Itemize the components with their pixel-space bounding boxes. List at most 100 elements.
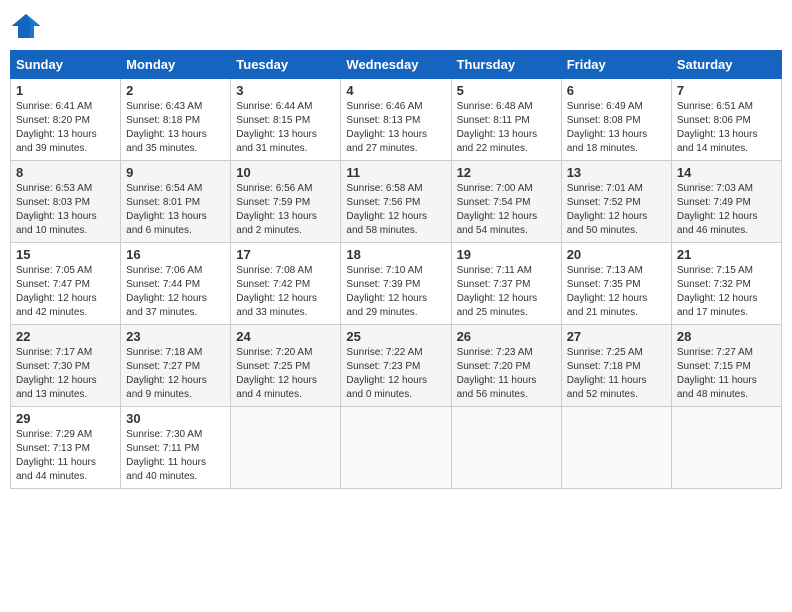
- day-info-line: Sunset: 7:52 PM: [567, 196, 666, 210]
- day-info-line: Sunset: 7:42 PM: [236, 278, 335, 292]
- logo-icon: [10, 10, 42, 42]
- calendar-cell: 1Sunrise: 6:41 AMSunset: 8:20 PMDaylight…: [11, 79, 121, 161]
- day-info-line: Daylight: 11 hours: [677, 374, 776, 388]
- day-info-line: Sunset: 8:03 PM: [16, 196, 115, 210]
- day-info-line: Sunrise: 6:56 AM: [236, 182, 335, 196]
- day-info-line: Sunset: 7:44 PM: [126, 278, 225, 292]
- day-info-line: and 31 minutes.: [236, 142, 335, 156]
- day-number: 7: [677, 83, 776, 98]
- day-number: 3: [236, 83, 335, 98]
- day-number: 28: [677, 329, 776, 344]
- day-info-line: Daylight: 12 hours: [567, 292, 666, 306]
- day-info-line: and 2 minutes.: [236, 224, 335, 238]
- day-info-line: Daylight: 11 hours: [16, 456, 115, 470]
- day-info-line: Sunrise: 6:41 AM: [16, 100, 115, 114]
- day-number: 26: [457, 329, 556, 344]
- day-info-line: Sunrise: 7:22 AM: [346, 346, 445, 360]
- day-info-line: and 13 minutes.: [16, 388, 115, 402]
- calendar-cell: 25 Sunrise: 7:22 AMSunset: 7:23 PMDayligh…: [341, 325, 451, 407]
- day-info-line: and 33 minutes.: [236, 306, 335, 320]
- day-info-line: and 48 minutes.: [677, 388, 776, 402]
- day-info-line: Daylight: 12 hours: [16, 292, 115, 306]
- calendar-cell: 14Sunrise: 7:03 AMSunset: 7:49 PMDayligh…: [671, 161, 781, 243]
- day-info-line: Daylight: 12 hours: [236, 292, 335, 306]
- day-info-line: Daylight: 12 hours: [567, 210, 666, 224]
- day-info-line: Daylight: 12 hours: [346, 374, 445, 388]
- calendar-cell: [451, 407, 561, 489]
- day-info-line: Sunset: 7:56 PM: [346, 196, 445, 210]
- day-info-line: Daylight: 12 hours: [126, 292, 225, 306]
- calendar-cell: 20Sunrise: 7:13 AMSunset: 7:35 PMDayligh…: [561, 243, 671, 325]
- calendar-week-2: 8 Sunrise: 6:53 AMSunset: 8:03 PM Daylight…: [11, 161, 782, 243]
- calendar-cell: 19 Sunrise: 7:11 AMSunset: 7:37 PMDayligh…: [451, 243, 561, 325]
- day-info-line: and 37 minutes.: [126, 306, 225, 320]
- column-header-wednesday: Wednesday: [341, 51, 451, 79]
- day-number: 8: [16, 165, 115, 180]
- day-info-line: and 54 minutes.: [457, 224, 556, 238]
- day-info-line: Sunrise: 7:00 AM: [457, 182, 556, 196]
- day-number: 20: [567, 247, 666, 262]
- day-info-line: Sunset: 7:11 PM: [126, 442, 225, 456]
- calendar-cell: 24Sunrise: 7:20 AMSunset: 7:25 PMDayligh…: [231, 325, 341, 407]
- day-info-line: Sunset: 8:20 PM: [16, 114, 115, 128]
- calendar-cell: 11Sunrise: 6:58 AMSunset: 7:56 PMDayligh…: [341, 161, 451, 243]
- day-info-line: and 46 minutes.: [677, 224, 776, 238]
- day-number: 27: [567, 329, 666, 344]
- calendar-cell: [561, 407, 671, 489]
- day-info-line: Sunrise: 6:48 AM: [457, 100, 556, 114]
- day-info-line: Sunrise: 7:25 AM: [567, 346, 666, 360]
- day-info-line: and 10 minutes.: [16, 224, 115, 238]
- calendar-week-5: 29Sunrise: 7:29 AMSunset: 7:13 PMDayligh…: [11, 407, 782, 489]
- day-info-line: Sunrise: 7:11 AM: [457, 264, 556, 278]
- day-number: 10: [236, 165, 335, 180]
- day-info-line: Sunrise: 7:17 AM: [16, 346, 115, 360]
- calendar-cell: 12Sunrise: 7:00 AMSunset: 7:54 PMDayligh…: [451, 161, 561, 243]
- day-number: 11: [346, 165, 445, 180]
- column-header-sunday: Sunday: [11, 51, 121, 79]
- day-info-line: and 39 minutes.: [16, 142, 115, 156]
- day-info-line: Sunset: 7:32 PM: [677, 278, 776, 292]
- day-info-line: Sunrise: 7:08 AM: [236, 264, 335, 278]
- day-number: 14: [677, 165, 776, 180]
- calendar-cell: 23Sunrise: 7:18 AMSunset: 7:27 PMDayligh…: [121, 325, 231, 407]
- calendar-cell: [231, 407, 341, 489]
- day-info-line: Daylight: 11 hours: [457, 374, 556, 388]
- day-number: 19: [457, 247, 556, 262]
- day-number: 13: [567, 165, 666, 180]
- calendar-cell: 13Sunrise: 7:01 AMSunset: 7:52 PMDayligh…: [561, 161, 671, 243]
- day-info-line: Sunset: 7:23 PM: [346, 360, 445, 374]
- day-info-line: Daylight: 12 hours: [677, 292, 776, 306]
- day-info-line: and 0 minutes.: [346, 388, 445, 402]
- day-info-line: Sunset: 7:37 PM: [457, 278, 556, 292]
- calendar-cell: 28Sunrise: 7:27 AMSunset: 7:15 PMDayligh…: [671, 325, 781, 407]
- day-number: 15: [16, 247, 115, 262]
- day-info-line: Sunrise: 6:53 AM: [16, 182, 115, 196]
- day-info-line: Sunrise: 6:51 AM: [677, 100, 776, 114]
- day-info-line: and 9 minutes.: [126, 388, 225, 402]
- calendar-cell: 18Sunrise: 7:10 AMSunset: 7:39 PMDayligh…: [341, 243, 451, 325]
- day-info-line: Sunset: 7:49 PM: [677, 196, 776, 210]
- day-info-line: and 29 minutes.: [346, 306, 445, 320]
- calendar-week-1: 1Sunrise: 6:41 AMSunset: 8:20 PMDaylight…: [11, 79, 782, 161]
- day-info-line: Daylight: 12 hours: [346, 292, 445, 306]
- calendar-cell: 15Sunrise: 7:05 AMSunset: 7:47 PMDayligh…: [11, 243, 121, 325]
- day-number: 21: [677, 247, 776, 262]
- day-info-line: and 35 minutes.: [126, 142, 225, 156]
- day-info-line: Sunrise: 6:43 AM: [126, 100, 225, 114]
- day-info-line: Daylight: 12 hours: [457, 292, 556, 306]
- day-info-line: Sunset: 7:35 PM: [567, 278, 666, 292]
- calendar-cell: [341, 407, 451, 489]
- day-info-line: and 56 minutes.: [457, 388, 556, 402]
- day-info-line: Sunset: 8:15 PM: [236, 114, 335, 128]
- calendar-cell: 16Sunrise: 7:06 AMSunset: 7:44 PMDayligh…: [121, 243, 231, 325]
- day-number: 23: [126, 329, 225, 344]
- day-number: 25: [346, 329, 445, 344]
- day-info-line: Sunrise: 7:30 AM: [126, 428, 225, 442]
- day-info-line: Sunrise: 7:20 AM: [236, 346, 335, 360]
- day-info-line: Sunset: 7:13 PM: [16, 442, 115, 456]
- day-info-line: Sunset: 7:20 PM: [457, 360, 556, 374]
- day-info-line: Daylight: 13 hours: [236, 210, 335, 224]
- day-number: 6: [567, 83, 666, 98]
- day-info-line: Sunset: 7:39 PM: [346, 278, 445, 292]
- day-info-line: Daylight: 13 hours: [457, 128, 556, 142]
